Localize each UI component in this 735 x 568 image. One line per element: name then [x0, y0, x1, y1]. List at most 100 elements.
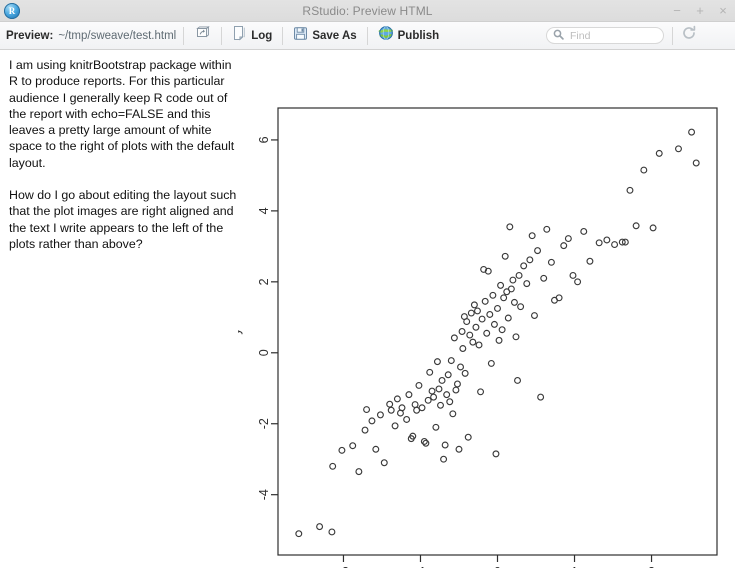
save-as-label: Save As — [312, 29, 357, 42]
data-point — [328, 528, 336, 536]
data-point — [467, 309, 475, 317]
scatter-plot-svg: -2-1012-4-20246xy — [238, 107, 718, 568]
data-point — [564, 235, 572, 243]
data-point — [464, 433, 472, 441]
toolbar-divider — [282, 26, 284, 45]
data-point — [440, 455, 448, 463]
data-point — [504, 314, 512, 322]
data-point — [405, 391, 413, 399]
data-point — [528, 232, 536, 240]
data-point — [506, 223, 514, 231]
open-in-browser-icon — [194, 25, 211, 46]
data-point — [586, 257, 594, 265]
data-point — [393, 395, 401, 403]
data-point — [438, 376, 446, 384]
data-point — [316, 523, 324, 531]
y-tick-label: 0 — [257, 349, 271, 356]
data-point — [424, 396, 432, 404]
data-point — [455, 445, 463, 453]
save-as-button[interactable]: Save As — [290, 25, 359, 47]
y-tick-label: 2 — [257, 278, 271, 285]
data-point — [515, 271, 523, 279]
data-point — [295, 530, 303, 538]
data-point — [444, 371, 452, 379]
data-point — [463, 318, 471, 326]
find-area — [546, 25, 697, 46]
data-point — [469, 338, 477, 346]
data-point — [349, 442, 357, 450]
data-point — [437, 401, 444, 409]
data-point — [426, 368, 434, 376]
data-point — [453, 380, 461, 388]
data-point — [403, 416, 411, 423]
publish-globe-icon — [378, 25, 394, 46]
data-point — [391, 422, 399, 430]
data-point — [501, 252, 509, 260]
data-point — [452, 386, 460, 394]
data-point — [510, 298, 518, 306]
data-point — [530, 312, 538, 320]
data-point — [446, 398, 454, 406]
data-point — [355, 468, 363, 476]
find-input-wrapper[interactable] — [546, 27, 664, 44]
data-point — [649, 224, 657, 232]
window-title: RStudio: Preview HTML — [302, 3, 433, 18]
data-point — [338, 446, 346, 454]
data-point — [498, 326, 506, 334]
data-point — [543, 225, 551, 233]
data-point — [489, 291, 497, 299]
data-point — [483, 329, 491, 337]
data-point — [470, 301, 478, 309]
data-point — [457, 363, 465, 371]
document-text: I am using knitrBootstrap package within… — [9, 57, 237, 268]
log-label: Log — [251, 29, 273, 42]
data-point — [428, 387, 436, 395]
data-point — [376, 411, 384, 419]
data-point — [626, 186, 634, 194]
preview-label: Preview: — [6, 29, 54, 42]
data-point — [655, 149, 663, 157]
y-axis-label: y — [238, 328, 243, 335]
data-point — [411, 401, 419, 409]
data-point — [432, 423, 440, 431]
data-point — [611, 241, 619, 249]
toolbar-divider — [672, 26, 673, 45]
rstudio-icon: R — [4, 2, 20, 19]
data-point — [492, 450, 500, 458]
data-point — [450, 334, 458, 342]
data-point — [361, 426, 369, 434]
data-point — [526, 256, 534, 264]
log-button[interactable]: Log — [229, 25, 275, 47]
data-point — [512, 333, 520, 341]
y-tick-label: 6 — [257, 136, 271, 143]
close-button[interactable]: × — [717, 4, 729, 17]
data-point — [386, 400, 394, 408]
preview-content: I am using knitrBootstrap package within… — [0, 50, 735, 568]
data-point — [418, 404, 426, 412]
toolbar-divider — [221, 26, 223, 45]
search-icon — [553, 27, 564, 45]
data-point — [433, 358, 441, 366]
search-input[interactable] — [568, 28, 664, 43]
plot-panel-border — [277, 107, 718, 556]
data-point — [329, 462, 337, 470]
data-point — [478, 315, 486, 323]
data-point — [490, 320, 498, 328]
data-point — [514, 376, 521, 384]
window-controls: − + × — [671, 0, 729, 21]
data-point — [475, 341, 483, 349]
data-point — [569, 271, 577, 279]
refresh-button[interactable] — [681, 25, 697, 46]
open-in-browser-button[interactable] — [191, 25, 214, 47]
preview-path: ~/tmp/sweave/test.html — [58, 29, 177, 42]
minimize-button[interactable]: − — [671, 4, 683, 17]
publish-button[interactable]: Publish — [375, 25, 443, 47]
maximize-button[interactable]: + — [694, 4, 706, 17]
data-point — [481, 297, 489, 305]
data-point — [560, 242, 568, 250]
data-point — [477, 388, 485, 396]
paragraph: How do I go about editing the layout suc… — [9, 188, 237, 251]
floppy-disk-icon — [293, 26, 308, 46]
data-point — [640, 166, 648, 174]
data-point — [595, 239, 603, 247]
